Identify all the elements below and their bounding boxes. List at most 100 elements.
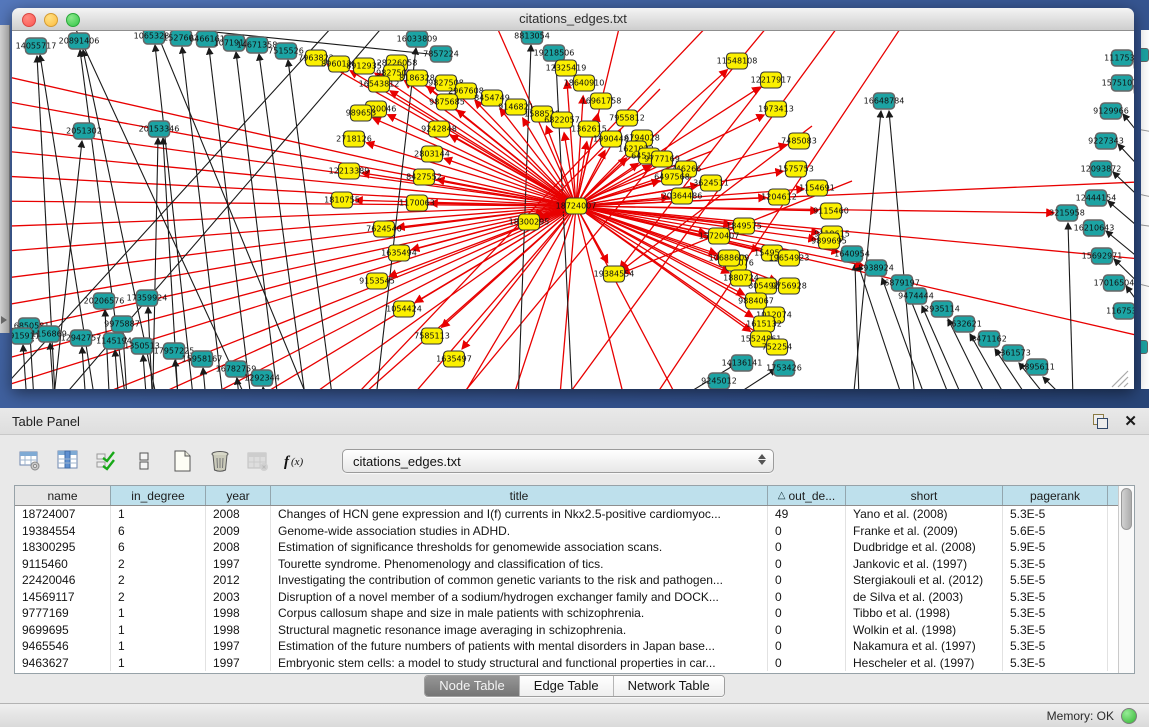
graph-node[interactable]: 7857224: [423, 46, 459, 62]
graph-node[interactable]: 9975887: [104, 316, 140, 332]
graph-node[interactable]: 7485083: [781, 133, 817, 149]
table-row[interactable]: 946362711997Embryonic stem cells: a mode…: [15, 655, 1134, 672]
table-row[interactable]: 2242004622012Investigating the contribut…: [15, 572, 1134, 589]
graph-edge: [576, 206, 839, 252]
graph-node[interactable]: 20891406: [59, 33, 100, 49]
close-window-button[interactable]: [22, 13, 36, 27]
graph-edge: [288, 60, 337, 389]
column-header-short[interactable]: short: [846, 486, 1003, 505]
window-titlebar[interactable]: citations_edges.txt: [12, 8, 1134, 31]
background-window-sliver: [1141, 30, 1149, 389]
table-cell: 0: [768, 655, 846, 672]
graph-node[interactable]: 1054424: [386, 301, 422, 317]
table-cell: 22420046: [15, 572, 111, 589]
svg-text:16210643: 16210643: [1074, 224, 1115, 233]
svg-text:19218506: 19218506: [534, 49, 575, 58]
column-header-year[interactable]: year: [206, 486, 271, 505]
column-header-in_degree[interactable]: in_degree: [111, 486, 206, 505]
graph-node[interactable]: 20153346: [139, 121, 180, 137]
table-row[interactable]: 946554611997Estimation of the future num…: [15, 638, 1134, 655]
column-header-title[interactable]: title: [271, 486, 768, 505]
graph-node[interactable]: 1167533: [1106, 303, 1134, 319]
graph-node[interactable]: 16961758: [581, 93, 622, 109]
table-cell: 1997: [206, 655, 271, 672]
table-row[interactable]: 911546021997Tourette syndrome. Phenomeno…: [15, 556, 1134, 573]
graph-node[interactable]: 2051302: [66, 123, 102, 139]
graph-node[interactable]: 1117532: [1104, 50, 1134, 66]
column-header-out_de[interactable]: △out_de...: [768, 486, 846, 505]
float-window-icon[interactable]: [1093, 414, 1108, 429]
graph-node[interactable]: 18640910: [564, 75, 605, 91]
graph-node[interactable]: 15751074: [1102, 75, 1134, 91]
graph-node[interactable]: 14055717: [16, 38, 57, 54]
resize-grip-icon[interactable]: [1118, 377, 1128, 387]
graph-node[interactable]: 19218506: [534, 45, 575, 61]
column-header-pagerank[interactable]: pagerank: [1003, 486, 1108, 505]
tab-node-table[interactable]: Node Table: [425, 676, 519, 696]
svg-text:(x): (x): [291, 456, 304, 468]
graph-node[interactable]: 12325419: [546, 60, 587, 76]
minimize-window-button[interactable]: [44, 13, 58, 27]
table-row[interactable]: 969969511998Structural magnetic resonanc…: [15, 622, 1134, 639]
graph-node[interactable]: 989653: [346, 105, 377, 121]
svg-text:19384554: 19384554: [594, 270, 635, 279]
graph-node[interactable]: 1753426: [766, 360, 802, 376]
svg-text:15720407: 15720407: [699, 232, 740, 241]
table-settings-icon[interactable]: [16, 448, 43, 475]
graph-node[interactable]: 9227343: [1088, 133, 1124, 149]
table-cell: 5.3E-5: [1003, 622, 1108, 639]
graph-node[interactable]: 3215958: [1049, 205, 1085, 221]
graph-node[interactable]: 7895611: [1019, 359, 1055, 375]
zoom-window-button[interactable]: [66, 13, 80, 27]
new-table-icon[interactable]: [168, 448, 195, 475]
graph-node[interactable]: 2718126: [336, 131, 372, 147]
graph-node[interactable]: 3624511: [693, 175, 729, 191]
graph-node[interactable]: 1640954: [834, 246, 870, 262]
network-table-selector[interactable]: citations_edges.txt: [342, 449, 774, 473]
function-builder-icon[interactable]: f(x): [282, 448, 309, 475]
graph-node[interactable]: 1575753: [778, 161, 814, 177]
table-row[interactable]: 1872400712008Changes of HCN gene express…: [15, 506, 1134, 523]
table-cell: 1: [111, 605, 206, 622]
graph-node[interactable]: 16033809: [397, 31, 438, 47]
column-header-name[interactable]: name: [15, 486, 111, 505]
table-row[interactable]: 1456911722003Disruption of a novel membe…: [15, 589, 1134, 606]
delete-table-icon[interactable]: [244, 448, 271, 475]
graph-node[interactable]: 1635497: [436, 351, 472, 367]
tab-edge-table[interactable]: Edge Table: [519, 676, 613, 696]
table-row[interactable]: 1830029562008Estimation of significance …: [15, 539, 1134, 556]
row-height-icon[interactable]: [130, 448, 157, 475]
graph-node[interactable]: 16210643: [1074, 220, 1115, 236]
scrollbar-thumb[interactable]: [1121, 488, 1132, 530]
graph-node[interactable]: 752254: [762, 339, 793, 355]
graph-node[interactable]: 1154691: [799, 180, 835, 196]
panel-expand-arrow-icon[interactable]: [1, 316, 7, 324]
graph-node[interactable]: 16648784: [864, 93, 905, 109]
graph-node[interactable]: 9129966: [1093, 103, 1129, 119]
graph-node[interactable]: 8813054: [514, 31, 550, 44]
table-cell: 5.3E-5: [1003, 638, 1108, 655]
graph-node[interactable]: 9115460: [813, 203, 849, 219]
graph-node[interactable]: 8938924: [858, 260, 894, 276]
graph-node[interactable]: 12217917: [751, 72, 792, 88]
svg-text:9361573: 9361573: [995, 349, 1031, 358]
delete-rows-icon[interactable]: [206, 448, 233, 475]
table-row[interactable]: 1938455462009Genome-wide association stu…: [15, 523, 1134, 540]
graph-node[interactable]: 7585113: [414, 328, 450, 344]
table-cell: 5.6E-5: [1003, 523, 1108, 540]
collapsed-control-panel[interactable]: [0, 25, 10, 333]
resize-grip-icon[interactable]: [1124, 383, 1128, 387]
table-scrollbar[interactable]: [1118, 486, 1134, 673]
graph-node[interactable]: 2935114: [924, 301, 960, 317]
graph-node[interactable]: 11548108: [717, 53, 758, 69]
graph-node[interactable]: 9245012: [701, 373, 737, 389]
select-rows-icon[interactable]: [92, 448, 119, 475]
graph-node[interactable]: 7632621: [946, 316, 982, 332]
tab-network-table[interactable]: Network Table: [613, 676, 724, 696]
table-row[interactable]: 977716911998Corpus callosum shape and si…: [15, 605, 1134, 622]
close-panel-icon[interactable]: ✕: [1124, 414, 1137, 429]
column-visibility-icon[interactable]: [54, 448, 81, 475]
graph-node[interactable]: 19384554: [594, 266, 635, 282]
graph-node[interactable]: 9361573: [995, 345, 1031, 361]
network-canvas[interactable]: 1405571720891406106532871527602646616110…: [12, 31, 1134, 389]
